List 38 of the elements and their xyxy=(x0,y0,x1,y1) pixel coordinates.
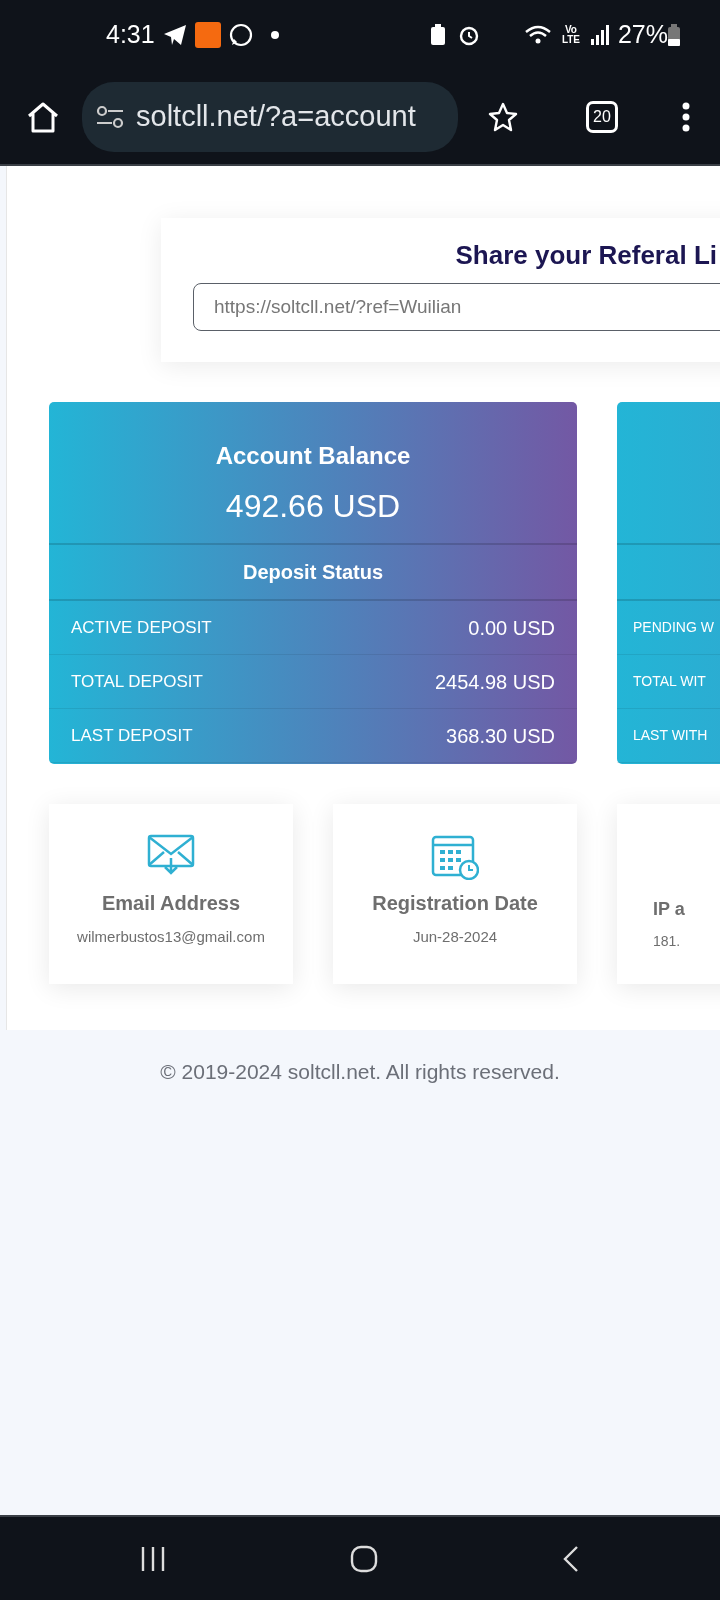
paper-plane-icon xyxy=(162,24,187,46)
copyright-text: © 2019-2024 soltcll.net. All rights reserved. xyxy=(159,1059,561,1085)
balance-amount: 492.66 USD xyxy=(224,487,402,526)
app-icon xyxy=(194,22,221,48)
referral-link-field[interactable]: https://soltcll.net/?ref=Wuilian xyxy=(193,283,720,331)
card-title: IP a xyxy=(653,898,686,921)
card-title: Email Address xyxy=(100,891,242,916)
dot-icon xyxy=(270,31,279,39)
chat-bubble-icon xyxy=(228,23,253,47)
tab-count-button[interactable]: 20 xyxy=(586,101,618,133)
card-value: Jun-28-2024 xyxy=(411,927,499,947)
row-label: LAST WITH xyxy=(633,726,708,745)
row-label: TOTAL WIT xyxy=(633,672,706,691)
row-label: PENDING W xyxy=(633,618,714,637)
menu-icon[interactable] xyxy=(682,102,690,132)
address-bar[interactable]: soltcll.net/?a=account xyxy=(82,82,458,152)
card-value: 181. xyxy=(653,932,682,951)
row-label: TOTAL DEPOSIT xyxy=(71,670,203,693)
battery-percent: 27% xyxy=(617,19,668,51)
tune-icon[interactable] xyxy=(96,105,124,129)
card-title: Registration Date xyxy=(371,891,539,916)
network-label: Vo LTE xyxy=(560,25,582,45)
battery-icon xyxy=(668,24,680,46)
row-label: LAST DEPOSIT xyxy=(71,724,193,747)
clock-time: 4:31 xyxy=(106,19,155,51)
row-value: 2454.98 USD xyxy=(434,669,555,695)
card-title: Share your Referal Li xyxy=(454,239,718,272)
row-label: ACTIVE DEPOSIT xyxy=(71,616,212,639)
card-value: wilmerbustos13@gmail.com xyxy=(76,927,266,947)
row-value: 368.30 USD xyxy=(446,723,555,749)
star-icon[interactable] xyxy=(488,102,518,132)
alarm-icon xyxy=(457,24,480,46)
wifi-icon xyxy=(523,24,552,46)
card-title: Account Balance xyxy=(214,441,412,471)
home-icon[interactable] xyxy=(350,1544,378,1573)
signal-icon xyxy=(589,25,610,45)
section-heading: Deposit Status xyxy=(243,560,383,585)
row-value: 0.00 USD xyxy=(468,615,555,641)
